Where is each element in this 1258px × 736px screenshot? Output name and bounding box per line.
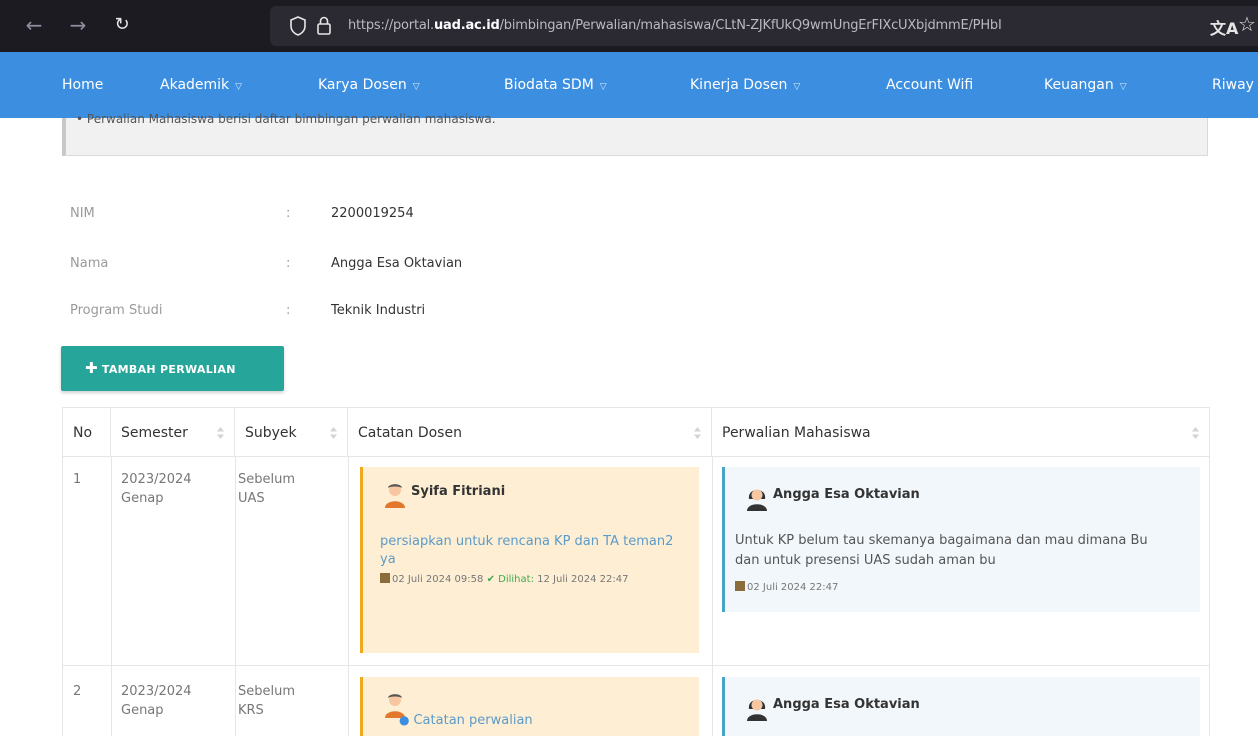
- nav-home[interactable]: Home: [62, 52, 103, 118]
- calendar-icon: [380, 573, 390, 583]
- nama-value: Angga Esa Oktavian: [331, 256, 463, 271]
- prodi-label: Program Studi: [70, 303, 163, 318]
- chevron-down-icon: ▽: [1119, 82, 1127, 92]
- column-divider: [235, 457, 236, 736]
- tambah-perwalian-button[interactable]: ✚ TAMBAH PERWALIAN: [61, 346, 284, 391]
- nav-karya-dosen[interactable]: Karya Dosen ▽: [318, 52, 420, 118]
- dosen-note-card: ● Catatan perwalian: [360, 677, 699, 736]
- dosen-note-card: Syifa Fitriani persiapkan untuk rencana …: [360, 467, 699, 653]
- alert-text: • Perwalian Mahasiswa berisi daftar bimb…: [76, 112, 496, 126]
- browser-toolbar: ← → ↻ https://portal.uad.ac.id/bimbingan…: [0, 0, 1258, 52]
- perwalian-table: No Semester Subyek Catatan Dosen Perwali…: [62, 407, 1210, 736]
- column-divider: [712, 457, 713, 736]
- mahasiswa-note-card: Angga Esa Oktavian: [722, 677, 1200, 736]
- sort-icon: [694, 427, 701, 439]
- chevron-down-icon: ▽: [412, 82, 420, 92]
- row-1-semester: 2023/2024 Genap: [121, 472, 192, 506]
- header-perwalian-mahasiswa[interactable]: Perwalian Mahasiswa: [712, 407, 1209, 457]
- dosen-note-text: persiapkan untuk rencana KP dan TA teman…: [380, 534, 674, 567]
- nav-akademik[interactable]: Akademik ▽: [160, 52, 242, 118]
- sort-icon: [217, 427, 224, 439]
- mahasiswa-name: Angga Esa Oktavian: [773, 487, 920, 502]
- forward-icon[interactable]: →: [64, 10, 92, 40]
- prodi-value: Teknik Industri: [331, 303, 426, 318]
- nav-kinerja-dosen[interactable]: Kinerja Dosen ▽: [690, 52, 800, 118]
- row-2-subyek: Sebelum KRS: [238, 684, 296, 718]
- sort-icon: [1192, 427, 1199, 439]
- nim-colon: :: [286, 206, 291, 221]
- row-2-semester: 2023/2024 Genap: [121, 684, 192, 718]
- check-icon: ✔: [486, 574, 495, 585]
- header-semester[interactable]: Semester: [111, 407, 235, 457]
- row-divider: [63, 665, 1209, 666]
- dosen-note-meta: 02 Juli 2024 09:58 ✔ Dilihat: 12 Juli 20…: [380, 572, 698, 587]
- avatar-icon: [747, 699, 767, 721]
- avatar-icon: [747, 489, 767, 511]
- mahasiswa-name: Angga Esa Oktavian: [773, 697, 920, 712]
- chevron-down-icon: ▽: [599, 82, 607, 92]
- column-divider: [111, 457, 112, 736]
- lock-icon: [317, 16, 331, 35]
- plus-icon: ✚: [85, 359, 98, 377]
- avatar-icon: [385, 484, 405, 508]
- mahasiswa-note-text: Untuk KP belum tau skemanya bagaimana da…: [735, 533, 1148, 568]
- row-2-no: 2: [73, 684, 82, 699]
- dosen-name: Syifa Fitriani: [411, 484, 506, 499]
- calendar-icon: [735, 581, 745, 591]
- nim-value: 2200019254: [331, 206, 414, 221]
- shield-icon: [290, 16, 306, 36]
- header-no[interactable]: No: [63, 407, 111, 457]
- sort-icon: [330, 427, 337, 439]
- nav-riwayat[interactable]: Riway: [1212, 52, 1254, 118]
- url-text: https://portal.uad.ac.id/bimbingan/Perwa…: [348, 18, 1002, 33]
- nav-biodata-sdm[interactable]: Biodata SDM ▽: [504, 52, 607, 118]
- nama-colon: :: [286, 256, 291, 271]
- mahasiswa-note-date: 02 Juli 2024 22:47: [735, 580, 838, 595]
- chevron-down-icon: ▽: [793, 82, 801, 92]
- column-divider: [348, 457, 349, 736]
- bookmark-star-icon[interactable]: ☆: [1238, 12, 1256, 36]
- chevron-down-icon: ▽: [235, 82, 243, 92]
- translate-icon[interactable]: 文A: [1210, 15, 1238, 39]
- row-1-subyek: Sebelum UAS: [238, 472, 296, 506]
- nav-account-wifi[interactable]: Account Wifi: [886, 52, 973, 118]
- header-subyek[interactable]: Subyek: [235, 407, 348, 457]
- mahasiswa-note-card: Angga Esa Oktavian Untuk KP belum tau sk…: [722, 467, 1200, 612]
- catatan-perwalian-link[interactable]: ● Catatan perwalian: [399, 711, 533, 730]
- header-catatan-dosen[interactable]: Catatan Dosen: [348, 407, 712, 457]
- back-icon[interactable]: ←: [20, 10, 48, 40]
- comment-icon: ●: [399, 713, 410, 727]
- prodi-colon: :: [286, 303, 291, 318]
- nim-label: NIM: [70, 206, 95, 221]
- row-1-no: 1: [73, 472, 82, 487]
- address-bar[interactable]: https://portal.uad.ac.id/bimbingan/Perwa…: [270, 6, 1258, 46]
- info-alert: • Perwalian Mahasiswa berisi daftar bimb…: [62, 112, 1208, 156]
- main-navbar: Home Akademik ▽ Karya Dosen ▽ Biodata SDM ▽…: [0, 52, 1258, 118]
- nama-label: Nama: [70, 256, 109, 271]
- nav-keuangan[interactable]: Keuangan ▽: [1044, 52, 1127, 118]
- reload-icon[interactable]: ↻: [108, 10, 136, 40]
